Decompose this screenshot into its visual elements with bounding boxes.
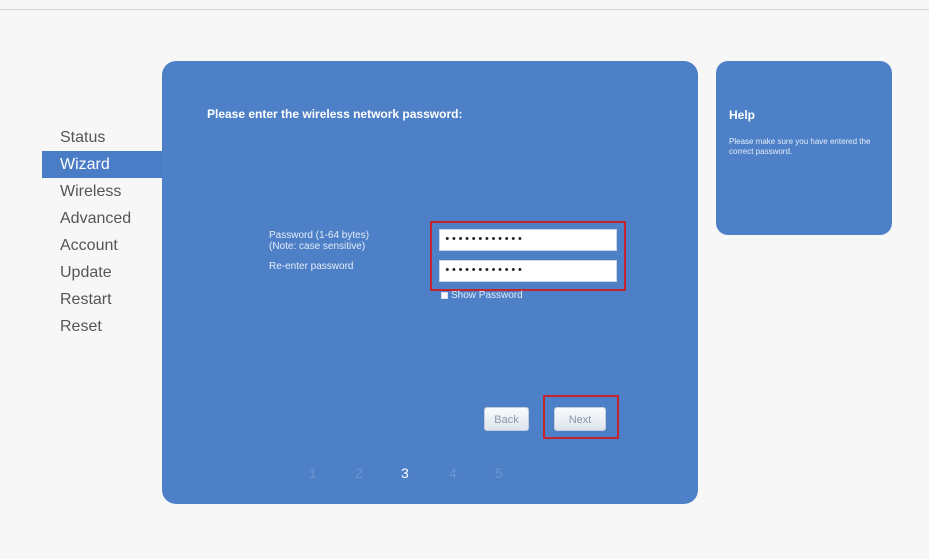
help-text: Please make sure you have entered the co… — [729, 137, 871, 156]
step-3: 3 — [401, 465, 409, 481]
wizard-panel: Please enter the wireless network passwo… — [162, 61, 698, 504]
help-panel: Help Please make sure you have entered t… — [716, 61, 892, 235]
password-input[interactable] — [439, 229, 617, 251]
step-4: 4 — [449, 465, 457, 481]
sidebar-item-wizard[interactable]: Wizard — [42, 151, 167, 178]
step-5: 5 — [495, 465, 503, 481]
step-1: 1 — [309, 465, 317, 481]
step-2: 2 — [355, 465, 363, 481]
reenter-password-input[interactable] — [439, 260, 617, 282]
step-indicator: 1 2 3 4 5 — [162, 465, 698, 485]
reenter-password-label: Re-enter password — [269, 261, 354, 272]
sidebar-item-advanced[interactable]: Advanced — [42, 205, 167, 232]
show-password-label: Show Password — [451, 289, 523, 301]
show-password-checkbox[interactable] — [441, 291, 448, 299]
password-label: Password (1-64 bytes) — [269, 230, 370, 241]
page-title: Please enter the wireless network passwo… — [207, 107, 463, 121]
sidebar-item-status[interactable]: Status — [42, 124, 167, 151]
top-divider — [0, 9, 929, 10]
sidebar-item-reset[interactable]: Reset — [42, 313, 167, 340]
sidebar-item-wireless[interactable]: Wireless — [42, 178, 167, 205]
help-title: Help — [729, 108, 756, 122]
sidebar-item-restart[interactable]: Restart — [42, 286, 167, 313]
password-note: (Note: case sensitive) — [269, 241, 366, 252]
sidebar-item-account[interactable]: Account — [42, 232, 167, 259]
show-password-option[interactable]: Show Password — [441, 289, 523, 301]
next-button[interactable]: Next — [554, 407, 606, 431]
sidebar-item-update[interactable]: Update — [42, 259, 167, 286]
sidebar-nav: Status Wizard Wireless Advanced Account … — [42, 124, 167, 340]
back-button[interactable]: Back — [484, 407, 529, 431]
